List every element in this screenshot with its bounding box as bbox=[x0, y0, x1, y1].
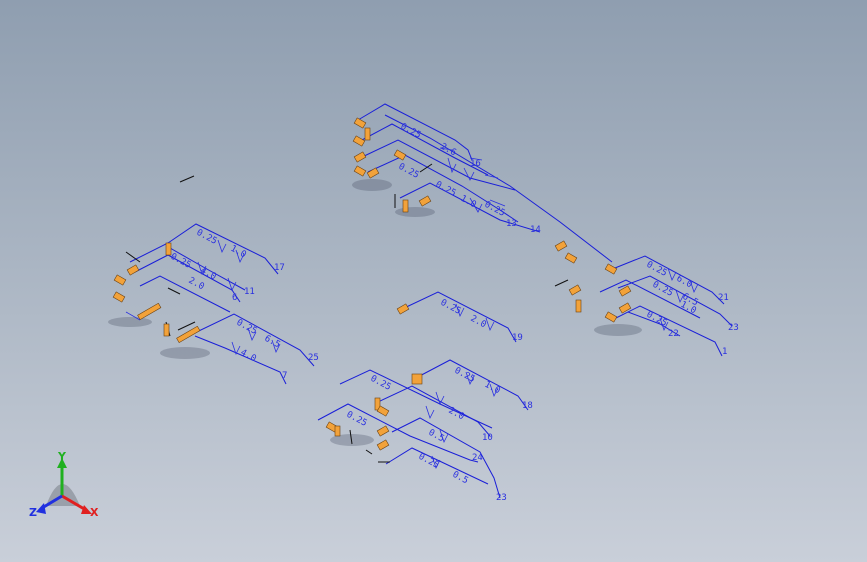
dim-label: 1.0 bbox=[459, 194, 478, 210]
y-axis-label: Y bbox=[57, 450, 67, 463]
dim-label: 7 bbox=[282, 371, 287, 381]
dim-label: 21 bbox=[718, 293, 729, 303]
dim-label: 0.25 bbox=[397, 162, 421, 181]
dim-label: 13 bbox=[506, 219, 517, 229]
dim-label: 2.6 bbox=[439, 142, 458, 158]
orientation-triad[interactable]: Y X Z bbox=[29, 450, 99, 519]
graphics-viewport[interactable]: 0.25 2.6 0.25 16 0.25 1.0 0.25 13 14 0.2… bbox=[0, 0, 867, 562]
dim-label: 0.25 bbox=[399, 122, 423, 141]
pipe-model-drawing[interactable]: 0.25 2.6 0.25 16 0.25 1.0 0.25 13 14 0.2… bbox=[0, 0, 867, 562]
dim-label: 2.0 bbox=[187, 276, 206, 292]
dim-label: 0.5 bbox=[427, 428, 446, 444]
dim-label: 24 bbox=[472, 453, 483, 463]
dim-label: 14 bbox=[530, 225, 541, 235]
dim-label: 2.0 bbox=[447, 406, 466, 422]
dim-label: 10 bbox=[482, 433, 493, 443]
dim-label: 19 bbox=[512, 333, 523, 343]
dim-label: 4.0 bbox=[239, 348, 258, 364]
pipe-group-bottom: 0.25 1.0 0.25 2.0 0.25 0.5 0.25 0.5 18 1… bbox=[317, 359, 533, 503]
dim-label: 4.0 bbox=[199, 266, 218, 282]
dim-label: 0.25 bbox=[417, 452, 441, 471]
dim-label: 1 bbox=[722, 347, 727, 357]
dim-label: 1.0 bbox=[483, 380, 502, 396]
dim-label: 0.25 bbox=[645, 260, 669, 279]
dim-label: 0.25 bbox=[439, 298, 463, 317]
dim-label: 0.25 bbox=[369, 374, 393, 393]
dim-label: 0.25 bbox=[651, 280, 675, 299]
dim-label: 11 bbox=[244, 287, 255, 297]
dim-label: 6 bbox=[232, 293, 237, 303]
dim-label: 0.25 bbox=[483, 200, 507, 219]
dim-label: 6.0 bbox=[675, 274, 694, 290]
x-axis-label: X bbox=[90, 506, 99, 519]
dim-label: 23 bbox=[728, 323, 739, 333]
dim-label: 0.25 bbox=[453, 366, 477, 385]
z-axis-label: Z bbox=[29, 506, 37, 519]
dim-label: 17 bbox=[274, 263, 285, 273]
dim-label: 16 bbox=[470, 159, 481, 169]
dim-label: 0.25 bbox=[235, 318, 259, 337]
pipe-group-top: 0.25 2.6 0.25 16 0.25 1.0 0.25 13 14 bbox=[352, 103, 613, 263]
dim-label: 22 bbox=[668, 329, 679, 339]
dim-label: 0.25 bbox=[195, 228, 219, 247]
dim-label: 0.5 bbox=[451, 470, 470, 486]
dim-label: 18 bbox=[522, 401, 533, 411]
pipe-group-right: 0.25 6.0 0.25 6.5 0.25 1.0 22 21 23 1 bbox=[554, 240, 739, 357]
dim-label: 23 bbox=[496, 493, 507, 503]
dim-label: 6.5 bbox=[263, 334, 282, 350]
dim-label: 0.25 bbox=[434, 180, 458, 199]
dim-label: 0.25 bbox=[169, 252, 193, 271]
dim-label: 25 bbox=[308, 353, 319, 363]
dim-label: 1.0 bbox=[229, 244, 248, 260]
pipe-group-middle: 0.25 2.0 19 bbox=[396, 291, 523, 343]
dim-label: 0.25 bbox=[645, 310, 669, 329]
